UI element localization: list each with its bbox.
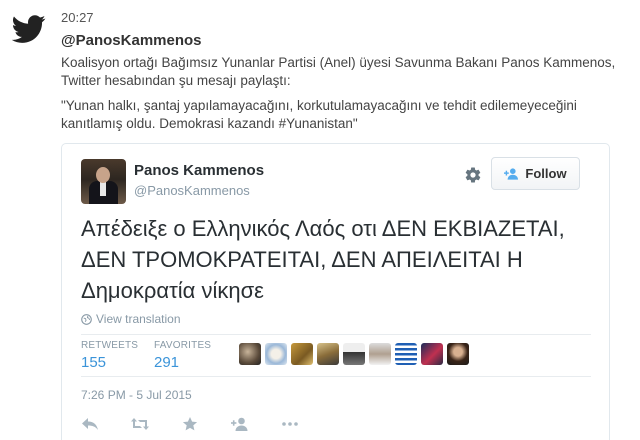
favorite-icon[interactable]	[181, 417, 199, 431]
news-quote: "Yunan halkı, şantaj yapılamayacağını, k…	[61, 98, 577, 131]
favorites-stat[interactable]: FAVORITES 291	[154, 340, 211, 371]
avatar[interactable]	[265, 343, 287, 365]
gear-icon[interactable]	[464, 166, 482, 184]
globe-icon	[81, 313, 92, 325]
avatar[interactable]	[317, 343, 339, 365]
post-time: 20:27	[61, 10, 94, 25]
divider	[81, 376, 591, 377]
reply-icon[interactable]	[81, 417, 99, 431]
favoriter-avatars	[239, 343, 469, 365]
avatar[interactable]	[447, 343, 469, 365]
tweet-timestamp[interactable]: 7:26 PM - 5 Jul 2015	[81, 388, 192, 402]
account-handle[interactable]: @PanosKammenos	[61, 32, 202, 49]
avatar[interactable]	[395, 343, 417, 365]
follow-action-icon[interactable]	[231, 417, 249, 431]
avatar[interactable]	[81, 159, 126, 204]
tweet-actions	[81, 417, 299, 431]
favorites-count[interactable]: 291	[154, 354, 211, 371]
retweet-icon[interactable]	[131, 417, 149, 431]
tweet-text: Απέδειξε ο Ελληνικός Λαός οτι ΔΕΝ ΕΚΒΙΑΖ…	[81, 216, 565, 303]
tweet-author-name[interactable]: Panos Kammenos	[134, 162, 264, 179]
retweets-label: RETWEETS	[81, 340, 139, 351]
avatar[interactable]	[239, 343, 261, 365]
more-icon[interactable]	[281, 417, 299, 431]
tweet-screen-name[interactable]: @PanosKammenos	[134, 183, 250, 198]
news-description: Koalisyon ortağı Bağımsız Yunanlar Parti…	[61, 55, 616, 88]
favorites-label: FAVORITES	[154, 340, 212, 351]
view-translation-label: View translation	[96, 312, 181, 326]
avatar[interactable]	[291, 343, 313, 365]
avatar[interactable]	[421, 343, 443, 365]
follow-person-icon	[504, 167, 519, 180]
retweets-count[interactable]: 155	[81, 354, 138, 371]
divider	[81, 334, 591, 335]
view-translation-link[interactable]: View translation	[81, 312, 181, 326]
embedded-tweet-card: Panos Kammenos @PanosKammenos Follow Απέ…	[61, 143, 610, 440]
twitter-bird-icon	[12, 15, 46, 43]
avatar[interactable]	[369, 343, 391, 365]
avatar[interactable]	[343, 343, 365, 365]
retweets-stat[interactable]: RETWEETS 155	[81, 340, 138, 371]
follow-label: Follow	[525, 166, 567, 181]
follow-button[interactable]: Follow	[491, 157, 580, 190]
